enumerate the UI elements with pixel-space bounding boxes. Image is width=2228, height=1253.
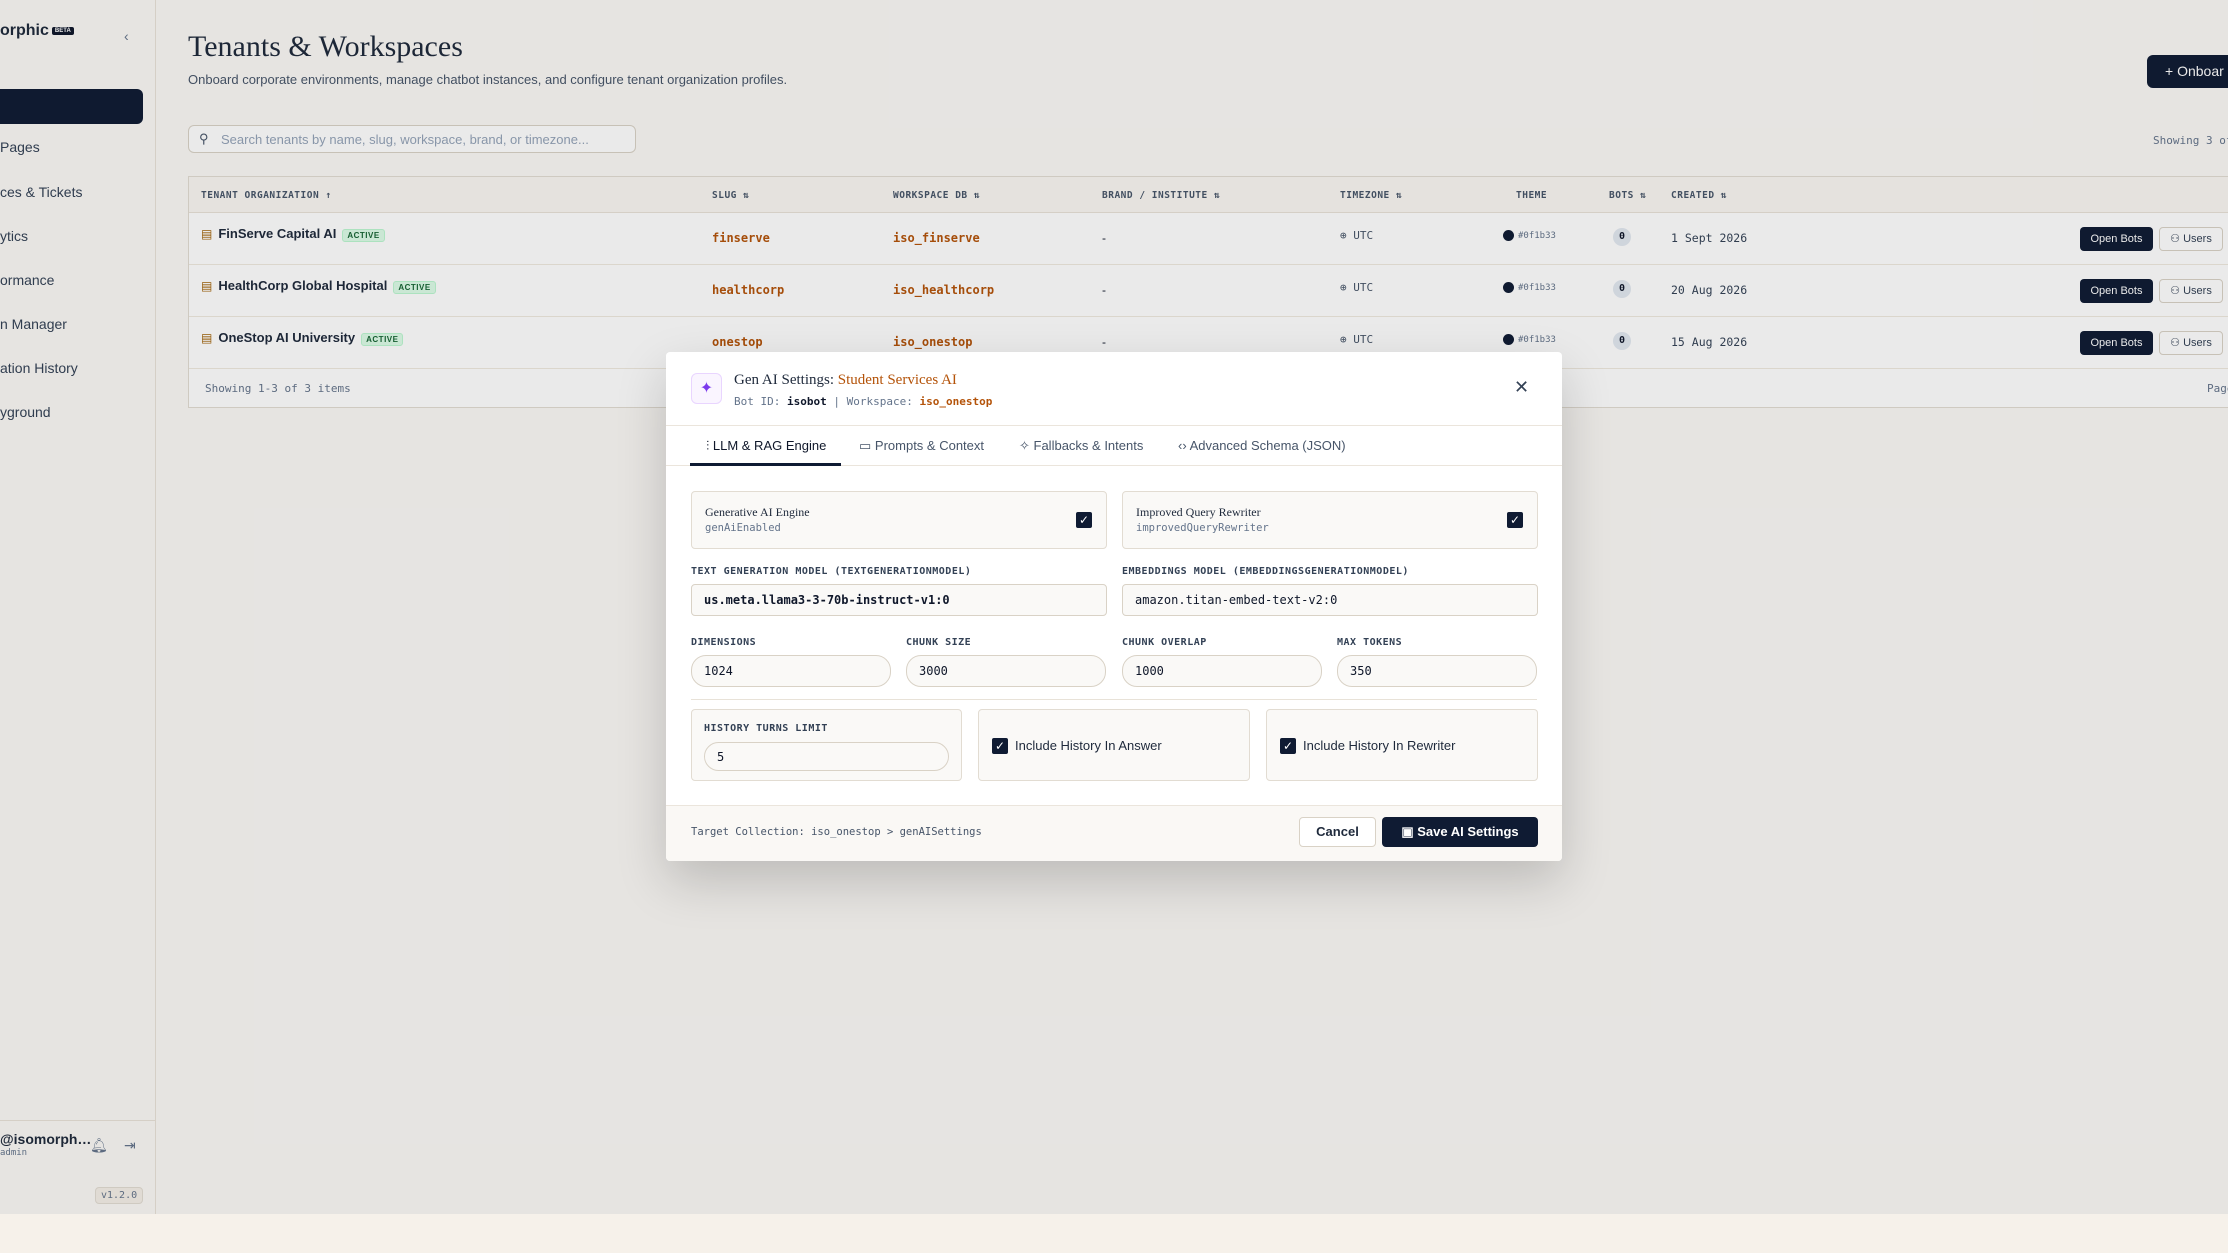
active-tab-indicator [690, 463, 841, 466]
modal-bot-name: Student Services AI [837, 372, 957, 388]
rewriter-title: Improved Query Rewriter [1136, 505, 1261, 519]
chunk-size-input[interactable]: 3000 [906, 655, 1106, 687]
bot-id: isobot [786, 395, 827, 408]
target-collection: Target Collection: iso_onestop > genAISe… [691, 826, 982, 838]
include-history-answer-card[interactable]: ✓ Include History In Answer [978, 709, 1250, 781]
chunk-overlap-label: CHUNK OVERLAP [1122, 637, 1207, 648]
rewriter-toggle-card[interactable]: Improved Query Rewriter improvedQueryRew… [1122, 491, 1538, 549]
save-icon: ▣ [1401, 824, 1418, 839]
modal-title: Gen AI Settings: Student Services AI [734, 372, 957, 388]
message-icon: ▭ [859, 438, 875, 453]
bottom-strip [0, 1214, 2228, 1253]
modal-subtitle: Bot ID: isobot | Workspace: iso_onestop [734, 395, 993, 408]
dimensions-input[interactable]: 1024 [691, 655, 891, 687]
chunk-size-label: CHUNK SIZE [906, 637, 972, 648]
tab-llm-rag-engine[interactable]: ⫶ LLM & RAG Engine [706, 438, 826, 454]
cancel-button[interactable]: Cancel [1299, 817, 1376, 847]
rewriter-key: improvedQueryRewriter [1136, 522, 1269, 534]
modal-header: ✦ Gen AI Settings: Student Services AI B… [666, 352, 1562, 426]
gen-ai-checkbox[interactable]: ✓ [1076, 512, 1092, 528]
include-history-answer-checkbox[interactable]: ✓ [992, 738, 1008, 754]
history-limit-input[interactable]: 5 [704, 742, 949, 771]
history-limit-label: HISTORY TURNS LIMIT [704, 723, 828, 734]
sparkles-icon: ✦ [691, 373, 722, 404]
chunk-overlap-input[interactable]: 1000 [1122, 655, 1322, 687]
text-model-label: TEXT GENERATION MODEL (TEXTGENERATIONMOD… [691, 566, 972, 577]
dimensions-label: DIMENSIONS [691, 637, 757, 648]
modal-footer: Target Collection: iso_onestop > genAISe… [666, 805, 1562, 861]
sparkle-icon: ✧ [1019, 438, 1034, 453]
section-divider [691, 699, 1537, 700]
tab-prompts-context[interactable]: ▭ Prompts & Context [859, 438, 984, 454]
close-icon[interactable]: ✕ [1514, 377, 1529, 398]
include-history-rewriter-checkbox[interactable]: ✓ [1280, 738, 1296, 754]
embed-model-label: EMBEDDINGS MODEL (EMBEDDINGSGENERATIONMO… [1122, 566, 1409, 577]
text-model-input[interactable]: us.meta.llama3-3-70b-instruct-v1:0 [691, 584, 1107, 616]
embed-model-input[interactable]: amazon.titan-embed-text-v2:0 [1122, 584, 1538, 616]
save-ai-settings-button[interactable]: ▣ Save AI Settings [1382, 817, 1538, 847]
gen-ai-toggle-card[interactable]: Generative AI Engine genAiEnabled ✓ [691, 491, 1107, 549]
gen-ai-settings-modal: ✦ Gen AI Settings: Student Services AI B… [666, 352, 1562, 861]
rewriter-checkbox[interactable]: ✓ [1507, 512, 1523, 528]
include-history-answer-label: Include History In Answer [1015, 738, 1162, 753]
tab-advanced-schema[interactable]: ‹› Advanced Schema (JSON) [1178, 438, 1346, 453]
history-limit-card: HISTORY TURNS LIMIT 5 [691, 709, 962, 781]
include-history-rewriter-label: Include History In Rewriter [1303, 738, 1456, 753]
modal-tabs: ⫶ LLM & RAG Engine ▭ Prompts & Context ✧… [666, 426, 1562, 466]
code-icon: ‹› [1178, 438, 1190, 453]
gen-ai-key: genAiEnabled [705, 522, 781, 534]
include-history-rewriter-card[interactable]: ✓ Include History In Rewriter [1266, 709, 1538, 781]
modal-workspace: iso_onestop [919, 395, 993, 408]
max-tokens-input[interactable]: 350 [1337, 655, 1537, 687]
max-tokens-label: MAX TOKENS [1337, 637, 1403, 648]
gen-ai-title: Generative AI Engine [705, 505, 810, 519]
tab-fallbacks-intents[interactable]: ✧ Fallbacks & Intents [1019, 438, 1143, 454]
sliders-icon: ⫶ [706, 438, 713, 453]
